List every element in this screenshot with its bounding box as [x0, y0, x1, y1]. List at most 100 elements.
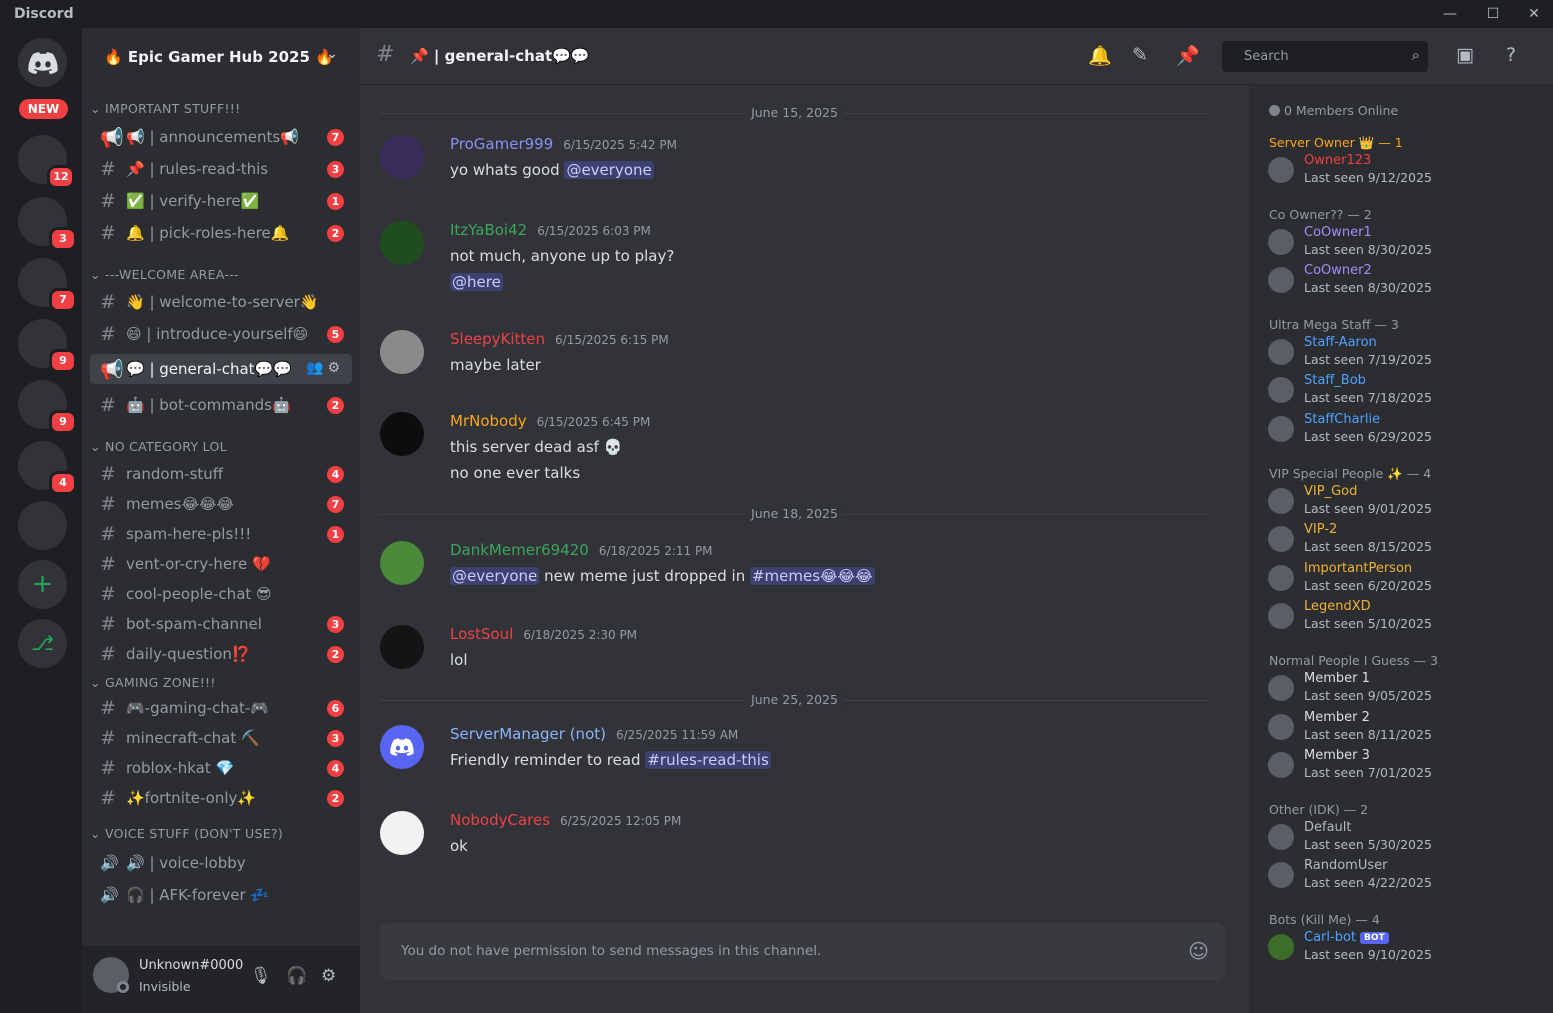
- channel-item[interactable]: # 🔔 | pick-roles-here🔔 2: [90, 218, 352, 248]
- member-item[interactable]: VIP_God Last seen 9/01/2025: [1268, 484, 1538, 520]
- avatar[interactable]: [380, 725, 424, 769]
- voice-channel-item[interactable]: 🔊 🎧 | AFK-forever 💤: [90, 880, 352, 910]
- author-name[interactable]: ItzYaBoi42: [450, 221, 527, 239]
- avatar[interactable]: [380, 135, 424, 179]
- emoji-icon[interactable]: ☺: [1188, 939, 1209, 963]
- channel-item[interactable]: # ✅ | verify-here✅ 1: [90, 186, 352, 216]
- channel-item[interactable]: # 👋 | welcome-to-server👋: [90, 287, 352, 317]
- member-item[interactable]: Staff_Bob Last seen 7/18/2025: [1268, 373, 1538, 409]
- channel-link[interactable]: #memes😂😂😂: [749, 567, 875, 585]
- maximize-button[interactable]: ☐: [1483, 4, 1503, 24]
- author-name[interactable]: NobodyCares: [450, 811, 550, 829]
- avatar[interactable]: [380, 625, 424, 669]
- unread-count: 2: [327, 790, 344, 807]
- hash-icon: #: [100, 222, 116, 244]
- channel-item[interactable]: 📢 📢 | announcements📢 7: [90, 122, 352, 152]
- author-name[interactable]: ServerManager (not): [450, 725, 606, 743]
- threads-icon[interactable]: ✎: [1132, 44, 1148, 66]
- mention[interactable]: @everyone: [450, 567, 540, 585]
- avatar[interactable]: [380, 811, 424, 855]
- discord-logo-icon: [390, 738, 414, 756]
- mention[interactable]: @everyone: [564, 161, 654, 179]
- server-header[interactable]: 🔥 Epic Gamer Hub 2025 🔥 ⌄: [82, 28, 360, 85]
- channel-settings-icons[interactable]: 👥⚙: [306, 360, 344, 376]
- category-header[interactable]: ⌄ ---WELCOME AREA---: [90, 267, 239, 282]
- channel-item[interactable]: # bot-spam-channel 3: [90, 609, 352, 639]
- minimize-button[interactable]: —: [1440, 4, 1460, 24]
- settings-gear-icon[interactable]: ⚙: [321, 966, 336, 986]
- category-header[interactable]: ⌄ GAMING ZONE!!!: [90, 675, 216, 690]
- server-icon[interactable]: 9: [18, 380, 77, 434]
- member-name-text: CoOwner1: [1304, 224, 1372, 240]
- channel-name: 😄 | introduce-yourself😄: [126, 325, 309, 343]
- hash-icon: #: [100, 394, 116, 416]
- category-header[interactable]: ⌄ NO CATEGORY LOL: [90, 439, 227, 454]
- author-name[interactable]: MrNobody: [450, 412, 527, 430]
- member-item[interactable]: CoOwner1 Last seen 8/30/2025: [1268, 225, 1538, 261]
- inbox-icon[interactable]: ▣: [1456, 44, 1474, 66]
- avatar[interactable]: [380, 221, 424, 265]
- member-item[interactable]: ImportantPerson Last seen 6/20/2025: [1268, 561, 1538, 597]
- member-item[interactable]: Member 3 Last seen 7/01/2025: [1268, 748, 1538, 784]
- message-content: new meme just dropped in: [539, 567, 750, 585]
- pin-icon[interactable]: 📌: [1176, 44, 1200, 67]
- bell-icon[interactable]: 🔔: [1088, 44, 1112, 67]
- help-icon[interactable]: ?: [1506, 44, 1516, 66]
- channel-item[interactable]: # 🤖 | bot-commands🤖 2: [90, 390, 352, 420]
- avatar[interactable]: [380, 330, 424, 374]
- author-name[interactable]: LostSoul: [450, 625, 513, 643]
- server-icon[interactable]: 4: [18, 441, 77, 495]
- headphones-icon[interactable]: 🎧: [286, 966, 307, 986]
- server-icon[interactable]: 7: [18, 258, 77, 312]
- member-item[interactable]: RandomUser Last seen 4/22/2025: [1268, 858, 1538, 894]
- channel-link[interactable]: #rules-read-this: [645, 751, 771, 769]
- channel-item[interactable]: # spam-here-pls!!! 1: [90, 519, 352, 549]
- server-icon[interactable]: 3: [18, 197, 77, 251]
- avatar[interactable]: [380, 541, 424, 585]
- member-name-text: Staff-Aaron: [1304, 334, 1377, 350]
- mute-icon[interactable]: 🎙: [250, 966, 272, 986]
- member-item[interactable]: CoOwner2 Last seen 8/30/2025: [1268, 263, 1538, 299]
- channel-item[interactable]: # random-stuff 4: [90, 459, 352, 489]
- member-item[interactable]: VIP-2 Last seen 8/15/2025: [1268, 522, 1538, 558]
- server-icon[interactable]: 9: [18, 319, 77, 373]
- member-item[interactable]: Member 1 Last seen 9/05/2025: [1268, 671, 1538, 707]
- member-item[interactable]: LegendXD Last seen 5/10/2025: [1268, 599, 1538, 635]
- message-content: this server dead asf 💀: [450, 438, 623, 456]
- author-name[interactable]: SleepyKitten: [450, 330, 545, 348]
- channel-item-active[interactable]: 📢 💬 | general-chat💬💬 👥⚙: [90, 354, 352, 384]
- server-icon[interactable]: 12: [18, 135, 75, 189]
- channel-item[interactable]: # 🎮-gaming-chat-🎮 6: [90, 693, 352, 723]
- member-item[interactable]: StaffCharlie Last seen 6/29/2025: [1268, 412, 1538, 448]
- channel-item[interactable]: # 📌 | rules-read-this 3: [90, 154, 352, 184]
- server-rail: NEW 12 3 7 9 9 4 + ⎇: [0, 28, 82, 1013]
- channel-item[interactable]: # roblox-hkat 💎 4: [90, 753, 352, 783]
- author-name[interactable]: ProGamer999: [450, 135, 553, 153]
- member-item[interactable]: Owner123 Last seen 9/12/2025: [1268, 153, 1538, 189]
- channel-item[interactable]: # memes😂😂😂 7: [90, 489, 352, 519]
- channel-item[interactable]: # cool-people-chat 😎: [90, 579, 352, 609]
- member-item[interactable]: Carl-bot BOT Last seen 9/10/2025: [1268, 930, 1538, 966]
- member-item[interactable]: Staff-Aaron Last seen 7/19/2025: [1268, 335, 1538, 371]
- close-button[interactable]: ✕: [1524, 4, 1544, 24]
- category-header[interactable]: ⌄ IMPORTANT STUFF!!!: [90, 101, 240, 116]
- server-icon[interactable]: [18, 501, 67, 550]
- member-item[interactable]: Member 2 Last seen 8/11/2025: [1268, 710, 1538, 746]
- home-button[interactable]: [18, 38, 67, 87]
- search-input[interactable]: Search ⌕: [1222, 41, 1428, 72]
- channel-item[interactable]: # daily-question⁉️ 2: [90, 639, 352, 669]
- category-header[interactable]: ⌄ VOICE STUFF (DON'T USE?): [90, 826, 283, 841]
- channel-item[interactable]: # 😄 | introduce-yourself😄 5: [90, 319, 352, 349]
- avatar[interactable]: [380, 412, 424, 456]
- member-item[interactable]: Default Last seen 5/30/2025: [1268, 820, 1538, 856]
- channel-item[interactable]: # ✨fortnite-only✨ 2: [90, 783, 352, 813]
- discover-servers-button[interactable]: ⎇: [18, 619, 67, 668]
- author-name[interactable]: DankMemer69420: [450, 541, 589, 559]
- hash-icon: #: [100, 291, 116, 313]
- voice-channel-item[interactable]: 🔊 🔊 | voice-lobby: [90, 848, 352, 878]
- channel-item[interactable]: # minecraft-chat ⛏️ 3: [90, 723, 352, 753]
- channel-item[interactable]: # vent-or-cry-here 💔: [90, 549, 352, 579]
- mention[interactable]: @here: [450, 273, 503, 291]
- member-name-text: Staff_Bob: [1304, 373, 1366, 389]
- add-server-button[interactable]: +: [18, 560, 67, 609]
